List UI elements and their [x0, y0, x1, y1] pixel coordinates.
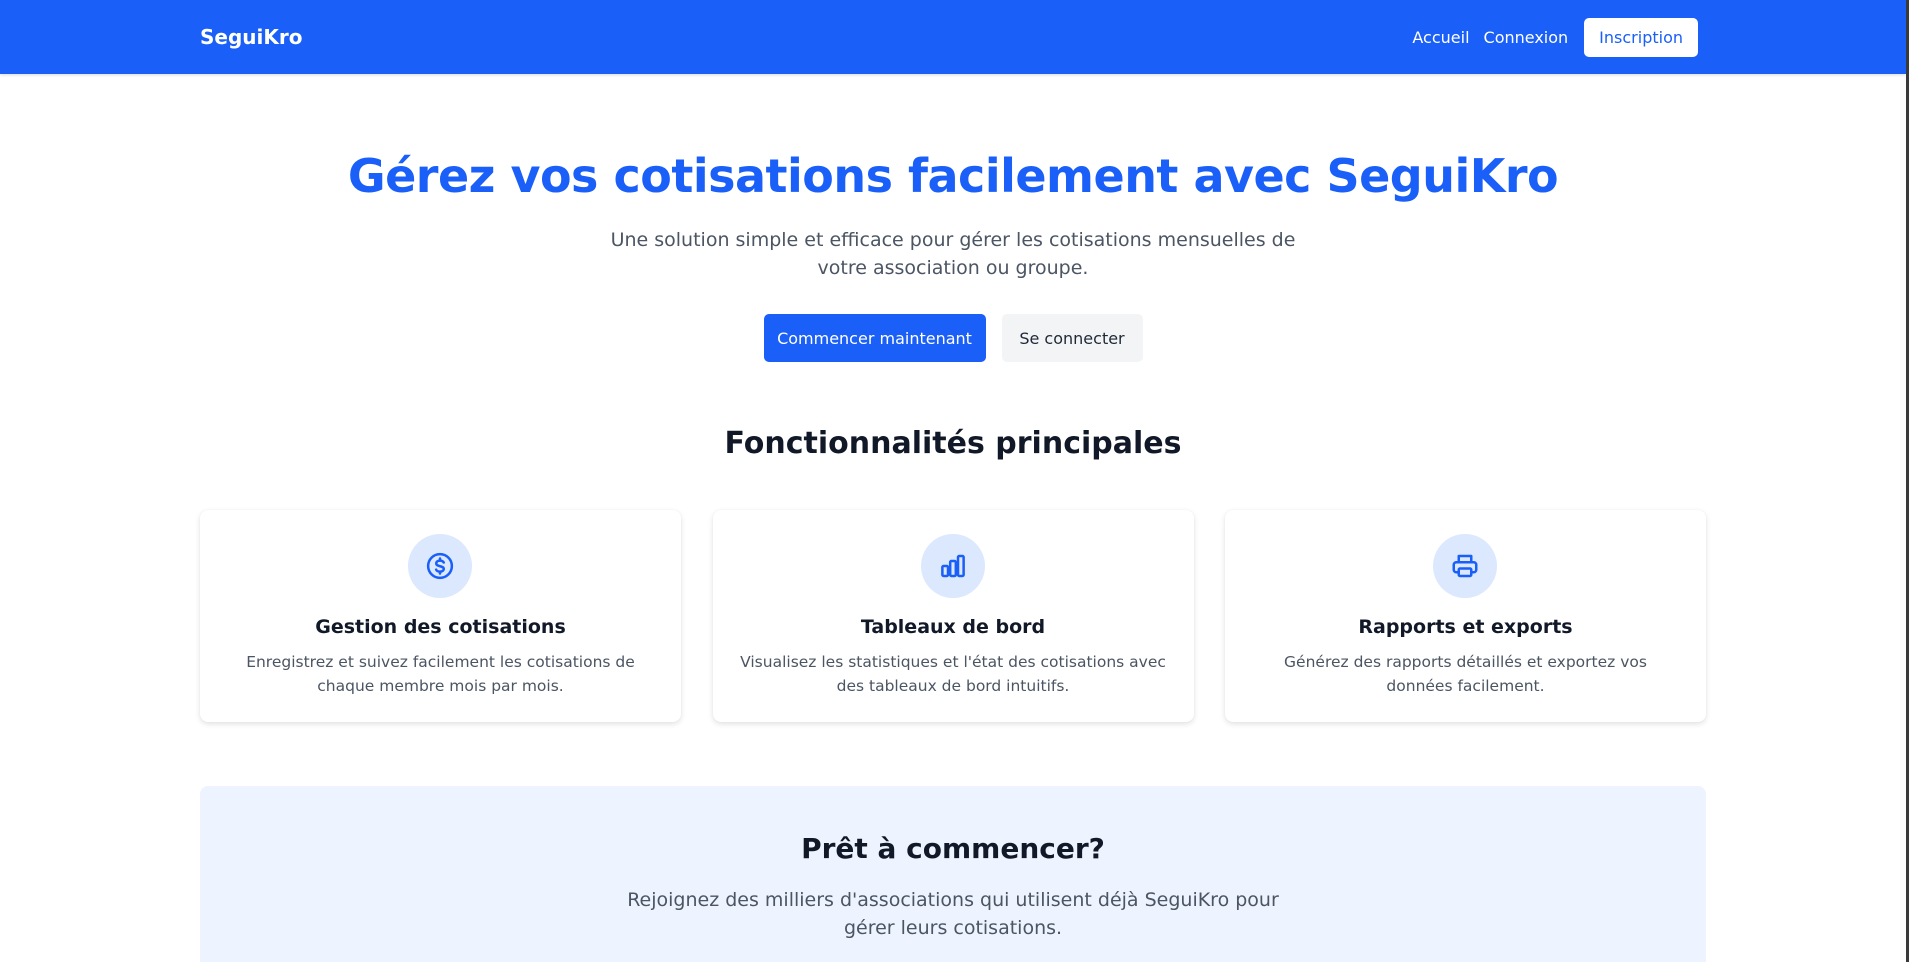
- nav-links: Accueil Connexion Inscription: [1412, 18, 1698, 57]
- feature-title: Gestion des cotisations: [315, 616, 566, 638]
- cta-title: Prêt à commencer?: [801, 832, 1105, 865]
- feature-description: Enregistrez et suivez facilement les cot…: [246, 653, 635, 695]
- nav-link-connexion[interactable]: Connexion: [1484, 19, 1569, 57]
- hero-subtitle: Une solution simple et efficace pour gér…: [610, 229, 1296, 279]
- hero-actions: Commencer maintenant Se connecter: [0, 314, 1906, 362]
- feature-card-dashboard: Tableaux de bord Visualisez les statisti…: [712, 510, 1194, 722]
- feature-card-cotisations: Gestion des cotisations Enregistrez et s…: [200, 510, 681, 722]
- nav-link-accueil[interactable]: Accueil: [1412, 19, 1469, 57]
- feature-title: Rapports et exports: [1358, 616, 1573, 638]
- dollar-circle-icon: [408, 534, 472, 598]
- printer-icon: [1433, 534, 1497, 598]
- page-viewport: SeguiKro Accueil Connexion Inscription G…: [0, 0, 1906, 962]
- bar-chart-icon: [920, 534, 985, 598]
- feature-description: Générez des rapports détaillés et export…: [1284, 653, 1647, 695]
- brand-logo[interactable]: SeguiKro: [200, 24, 302, 50]
- navbar: SeguiKro Accueil Connexion Inscription: [0, 0, 1906, 74]
- login-button[interactable]: Se connecter: [1001, 314, 1143, 362]
- feature-card-reports: Rapports et exports Générez des rapports…: [1225, 510, 1706, 722]
- features-title: Fonctionnalités principales: [724, 426, 1182, 461]
- get-started-button[interactable]: Commencer maintenant: [763, 314, 986, 362]
- cta-section: Prêt à commencer? Rejoignez des milliers…: [200, 786, 1706, 962]
- hero-title: Gérez vos cotisations facilement avec Se…: [347, 149, 1559, 203]
- feature-description: Visualisez les statistiques et l'état de…: [740, 653, 1166, 695]
- signup-button[interactable]: Inscription: [1584, 18, 1698, 57]
- feature-title: Tableaux de bord: [860, 616, 1046, 638]
- features-list: Gestion des cotisations Enregistrez et s…: [200, 510, 1706, 722]
- cta-subtitle: Rejoignez des milliers d'associations qu…: [627, 889, 1279, 939]
